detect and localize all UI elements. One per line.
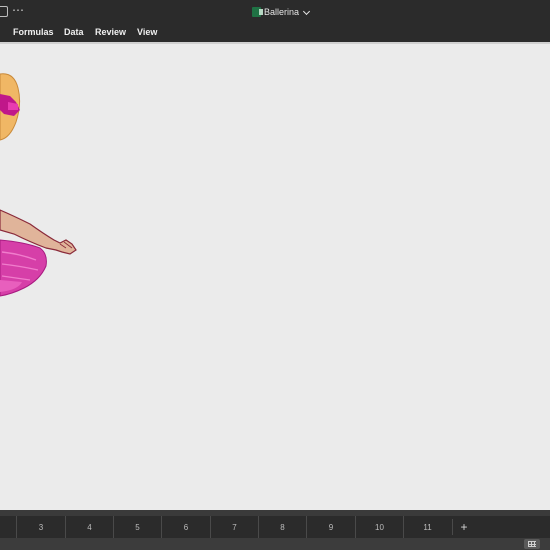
sheet-tab[interactable]: 9: [306, 516, 355, 538]
ribbon-tabs: Formulas Data Review View: [0, 22, 550, 42]
sheet-tab[interactable]: 11: [403, 516, 451, 538]
document-title-text: Ballerina: [264, 7, 300, 17]
sheet-tab-bar: 3 4 5 6 7 8 9 10 11 +: [0, 516, 550, 538]
document-title[interactable]: Ballerina: [252, 5, 311, 19]
sheet-tab[interactable]: 10: [355, 516, 403, 538]
tab-formulas[interactable]: Formulas: [13, 27, 54, 37]
sheet-canvas[interactable]: [0, 44, 550, 510]
title-bar: ⋯ Ballerina: [0, 0, 550, 22]
ballerina-pixel-art: [0, 73, 77, 297]
sheet-tab[interactable]: 7: [210, 516, 258, 538]
sheet-tab[interactable]: 6: [161, 516, 210, 538]
normal-view-icon[interactable]: [524, 539, 540, 549]
tab-review[interactable]: Review: [95, 27, 126, 37]
sheet-tab[interactable]: 3: [16, 516, 65, 538]
sheet-tab[interactable]: 4: [65, 516, 113, 538]
sheet-tab[interactable]: 5: [113, 516, 161, 538]
status-bar: [0, 538, 550, 550]
sheet-tab[interactable]: 8: [258, 516, 306, 538]
tab-data[interactable]: Data: [64, 27, 84, 37]
more-options-button[interactable]: ⋯: [12, 3, 25, 17]
chevron-down-icon: [302, 7, 311, 15]
tab-view[interactable]: View: [137, 27, 157, 37]
add-sheet-button[interactable]: +: [452, 519, 475, 535]
sidebar-toggle-icon[interactable]: [0, 6, 8, 17]
spreadsheet-file-icon: [252, 7, 263, 17]
